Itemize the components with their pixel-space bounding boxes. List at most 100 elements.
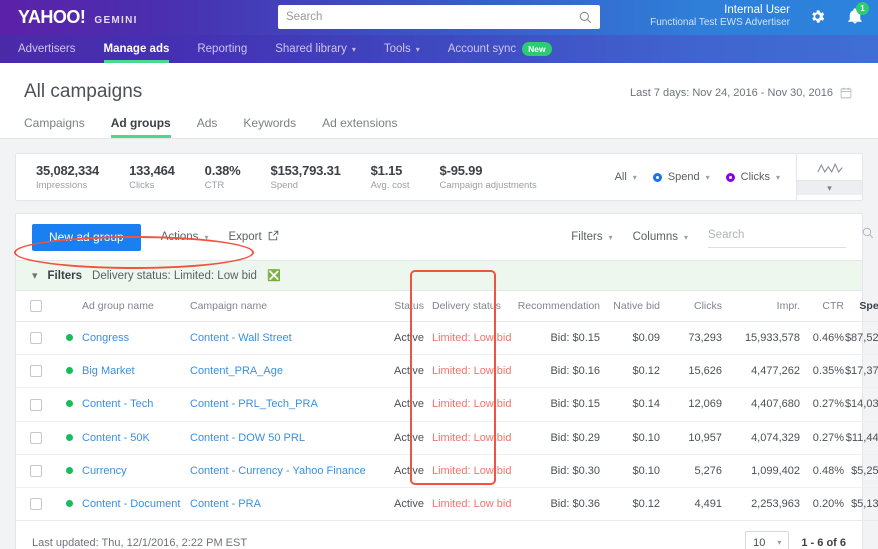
collapse-filters-chevron-icon[interactable]: ▾	[32, 269, 38, 282]
toggle-chart-button[interactable]: ▾	[796, 154, 862, 200]
campaign-link[interactable]: Content - Currency - Yahoo Finance	[190, 465, 366, 477]
col-recommendation[interactable]: Recommendation	[508, 291, 600, 323]
page-size-select[interactable]: 10 ▾	[745, 530, 790, 549]
notifications-button[interactable]: 1	[846, 2, 869, 30]
selector-label: Spend	[667, 171, 700, 183]
nav-item-reporting[interactable]: Reporting	[183, 35, 261, 63]
table-footer: Last updated: Thu, 12/1/2016, 2:22 PM ES…	[16, 521, 862, 549]
table-row[interactable]: Content - Tech Content - PRL_Tech_PRA Ac…	[16, 387, 878, 422]
filters-menu[interactable]: Filters ▾	[571, 231, 612, 243]
ad-group-link[interactable]: Big Market	[82, 365, 135, 377]
col-ad-group-name[interactable]: Ad group name	[82, 291, 190, 323]
table-row[interactable]: Currency Content - Currency - Yahoo Fina…	[16, 454, 878, 488]
status-active-dot-icon	[65, 499, 73, 507]
col-impressions[interactable]: Impr.	[722, 291, 800, 323]
stats-metrics: 35,082,334 Impressions 133,464 Clicks 0.…	[16, 154, 615, 200]
row-checkbox[interactable]	[30, 332, 42, 345]
campaign-link[interactable]: Content - DOW 50 PRL	[190, 432, 305, 444]
cell-ctr: 0.27%	[800, 421, 844, 455]
applied-filter-value: Delivery status: Limited: Low bid	[92, 269, 257, 282]
tab-campaigns[interactable]: Campaigns	[24, 116, 85, 138]
nav-item-manage-ads[interactable]: Manage ads	[90, 35, 184, 63]
col-delivery-status[interactable]: Delivery status	[424, 291, 508, 323]
stat-label: Clicks	[129, 180, 155, 191]
row-checkbox-cell	[16, 354, 56, 389]
new-ad-group-button[interactable]: New ad group	[32, 223, 141, 251]
ad-group-link[interactable]: Currency	[82, 465, 127, 477]
campaign-link[interactable]: Content - PRA	[190, 498, 261, 510]
cell-ad-group-name: Content - Tech	[82, 387, 190, 422]
actions-menu[interactable]: Actions ▾	[161, 231, 209, 243]
ad-group-link[interactable]: Content - Document	[82, 498, 180, 510]
cell-delivery-status: Limited: Low bid	[424, 321, 512, 356]
columns-menu[interactable]: Columns ▾	[633, 231, 688, 243]
row-checkbox[interactable]	[30, 497, 42, 510]
status-active-dot-icon	[65, 367, 73, 375]
nav-item-shared-library[interactable]: Shared library ▾	[261, 35, 370, 63]
col-campaign-name[interactable]: Campaign name	[190, 291, 372, 323]
table-search-box[interactable]	[708, 226, 874, 248]
tab-ad-extensions[interactable]: Ad extensions	[322, 116, 397, 138]
campaign-link[interactable]: Content - Wall Street	[190, 332, 292, 344]
cell-impressions: 2,253,963	[722, 487, 800, 521]
user-account-info[interactable]: Internal User Functional Test EWS Advert…	[650, 3, 790, 30]
table-row[interactable]: Big Market Content_PRA_Age Active Limite…	[16, 354, 878, 389]
nav-label: Manage ads	[103, 43, 170, 55]
cell-impressions: 4,407,680	[722, 387, 800, 422]
ad-group-link[interactable]: Congress	[82, 332, 129, 344]
campaign-link[interactable]: Content_PRA_Age	[190, 365, 283, 377]
stat-impressions: 35,082,334 Impressions	[36, 163, 99, 191]
export-button[interactable]: Export	[228, 230, 278, 244]
columns-label: Columns	[632, 231, 678, 243]
table-row[interactable]: Congress Content - Wall Street Active Li…	[16, 321, 878, 356]
ad-group-link[interactable]: Content - Tech	[82, 398, 153, 410]
brand-logo[interactable]: YAHOO! GEMINI	[0, 7, 138, 28]
nav-item-tools[interactable]: Tools ▾	[370, 35, 434, 63]
table-search-input[interactable]	[708, 229, 862, 241]
settings-button[interactable]	[809, 8, 826, 30]
selector-spend[interactable]: Spend ▾	[652, 171, 710, 183]
nav-label: Account sync	[447, 43, 517, 55]
date-range-picker[interactable]: Last 7 days: Nov 24, 2016 - Nov 30, 2016	[630, 87, 852, 99]
cell-status: Active	[372, 421, 424, 455]
row-checkbox[interactable]	[30, 365, 42, 378]
row-status-dot-cell	[56, 321, 82, 356]
tab-label: Ad groups	[110, 116, 171, 130]
tab-ads[interactable]: Ads	[197, 116, 218, 138]
selector-all[interactable]: All ▾	[615, 171, 637, 183]
series-color-dot-clicks	[725, 172, 735, 182]
cell-recommendation: Bid: $0.15	[508, 321, 600, 356]
campaign-link[interactable]: Content - PRL_Tech_PRA	[190, 398, 318, 410]
nav-item-account-sync[interactable]: Account sync New	[434, 35, 566, 63]
col-native-bid[interactable]: Native bid	[600, 291, 660, 323]
col-status[interactable]: Status	[372, 291, 424, 323]
global-search-input[interactable]	[278, 11, 579, 23]
row-checkbox[interactable]	[30, 431, 42, 444]
metric-selectors: All ▾ Spend ▾ Clicks ▾	[615, 154, 796, 200]
table-row[interactable]: Content - Document Content - PRA Active …	[16, 487, 878, 521]
row-checkbox[interactable]	[30, 398, 42, 411]
last-updated-label: Last updated: Thu, 12/1/2016, 2:22 PM ES…	[32, 536, 248, 549]
date-range-label: Last 7 days: Nov 24, 2016 - Nov 30, 2016	[629, 87, 833, 99]
expand-chart-chevron-icon[interactable]: ▾	[797, 179, 862, 195]
ad-group-link[interactable]: Content - 50K	[82, 432, 150, 444]
col-spend[interactable]: Spend↓	[844, 291, 878, 323]
tab-keywords[interactable]: Keywords	[243, 116, 296, 138]
tab-label: Ad extensions	[322, 116, 398, 130]
select-all-checkbox[interactable]	[30, 300, 42, 313]
table-row[interactable]: Content - 50K Content - DOW 50 PRL Activ…	[16, 421, 878, 455]
row-checkbox[interactable]	[30, 464, 42, 477]
nav-item-advertisers[interactable]: Advertisers	[18, 35, 90, 63]
remove-filter-icon[interactable]: ❎	[267, 269, 281, 282]
stats-summary-bar: 35,082,334 Impressions 133,464 Clicks 0.…	[15, 153, 863, 201]
cell-recommendation: Bid: $0.36	[508, 487, 600, 521]
ad-groups-panel: New ad group Actions ▾ Export Filters ▾ …	[15, 213, 878, 549]
col-clicks[interactable]: Clicks	[660, 291, 722, 323]
pagination-controls: 10 ▾ 1 - 6 of 6	[745, 530, 846, 549]
selector-clicks[interactable]: Clicks ▾	[725, 171, 780, 183]
col-ctr[interactable]: CTR	[800, 291, 844, 323]
cell-clicks: 73,293	[660, 321, 722, 356]
global-search-box[interactable]	[278, 5, 600, 29]
applied-filters-label: Filters	[47, 269, 83, 282]
tab-ad-groups[interactable]: Ad groups	[110, 116, 171, 138]
